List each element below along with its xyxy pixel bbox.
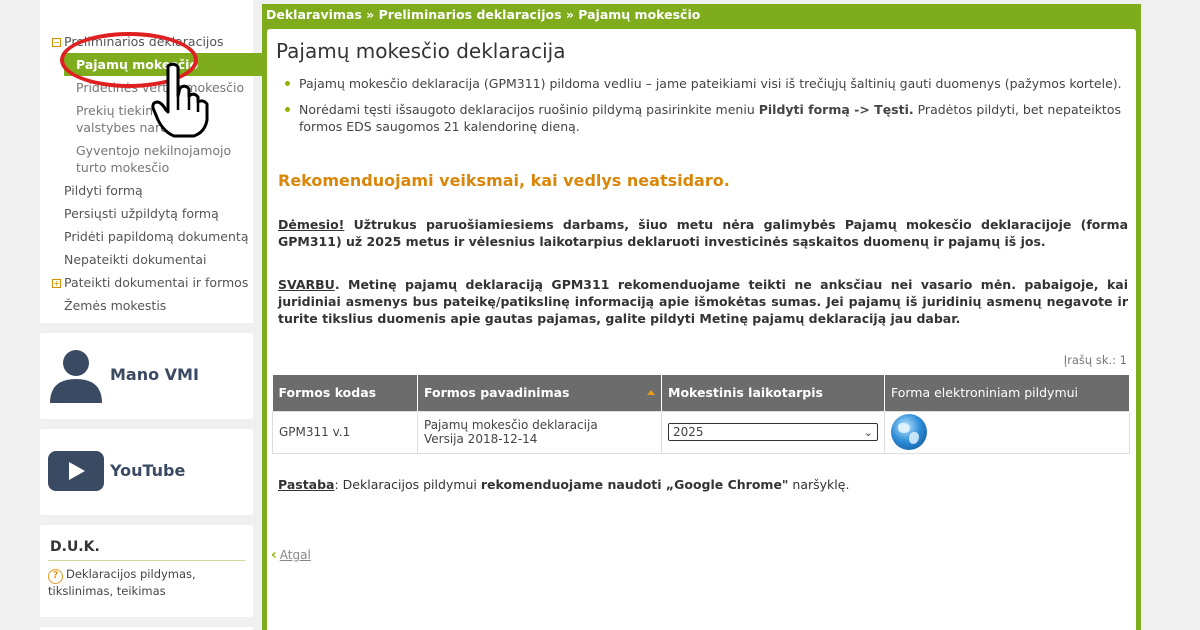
breadcrumb: Deklaravimas » Preliminarios deklaracijo… <box>266 7 701 22</box>
sidebar-item-prekiu[interactable]: Prekių tiekimo už ES valstybes narės <box>40 99 253 139</box>
back-label: Atgal <box>279 548 311 562</box>
form-name: Pajamų mokesčio deklaracija <box>424 418 598 432</box>
page-title: Pajamų mokesčio deklaracija <box>276 39 566 63</box>
col-header-code[interactable]: Formos kodas <box>272 375 418 411</box>
period-select[interactable]: 2025 ⌄ <box>668 423 878 441</box>
chevron-down-icon: ⌄ <box>863 426 873 439</box>
sidebar-item-label: Pateikti dokumentai ir formos <box>64 275 249 290</box>
record-count: Įrašų sk.: 1 <box>1063 353 1127 367</box>
sidebar-item-nepateikti[interactable]: Nepateikti dokumentai <box>40 248 253 271</box>
cell-period: 2025 ⌄ <box>661 410 885 454</box>
content-area: Pajamų mokesčio deklaracija Pajamų mokes… <box>267 29 1136 630</box>
attention-label: Dėmesio! <box>278 217 345 232</box>
youtube-card[interactable]: YouTube <box>40 429 253 515</box>
question-icon: ? <box>48 569 63 584</box>
note: Pastaba: Deklaracijos pildymui rekomendu… <box>278 477 849 492</box>
info-list: Pajamų mokesčio deklaracija (GPM311) pil… <box>267 75 1136 135</box>
sort-asc-icon <box>647 390 655 396</box>
mano-vmi-label: Mano VMI <box>110 365 199 384</box>
user-icon <box>50 350 102 403</box>
table-header-row: Formos kodas Formos pavadinimas Mokestin… <box>272 375 1130 411</box>
chevron-left-icon: ‹ <box>271 547 277 563</box>
recommendation-link[interactable]: Rekomenduojami veiksmai, kai vedlys neat… <box>267 171 1136 190</box>
attention-text: Užtrukus paruošiamiesiems darbams, šiuo … <box>278 217 1128 249</box>
youtube-play-icon <box>48 451 104 491</box>
important-paragraph: SVARBU. Metinę pajamų deklaraciją GPM311… <box>267 276 1136 327</box>
info-bullet-2: Norėdami tęsti išsaugoto deklaracijos ru… <box>285 101 1126 135</box>
note-label: Pastaba <box>278 477 335 492</box>
duk-link[interactable]: ? Deklaracijos pildymas, tikslinimas, tei… <box>48 567 245 599</box>
pointer-hand-icon <box>151 62 209 138</box>
col-header-period[interactable]: Mokestinis laikotarpis <box>661 375 885 411</box>
important-label: SVARBU <box>278 277 335 292</box>
bullet2-text: Norėdami tęsti išsaugoto deklaracijos ru… <box>299 102 759 117</box>
table-row: GPM311 v.1 Pajamų mokesčio deklaracija V… <box>272 410 1130 454</box>
cell-form-code: GPM311 v.1 <box>272 410 418 454</box>
duk-title: D.U.K. <box>48 539 245 561</box>
collapse-icon[interactable]: − <box>52 38 61 47</box>
forms-table: Formos kodas Formos pavadinimas Mokestin… <box>272 375 1130 454</box>
back-link[interactable]: ‹ Atgal <box>271 547 311 563</box>
sidebar: − Preliminarios deklaracijos Pajamų mokes… <box>40 0 263 630</box>
note-end: naršyklę. <box>788 477 850 492</box>
globe-icon[interactable] <box>891 414 927 450</box>
main-panel: Deklaravimas » Preliminarios deklaracijo… <box>262 4 1141 630</box>
note-bold: rekomenduojame naudoti „Google Chrome" <box>480 477 789 492</box>
duk-link-label: Deklaracijos pildymas, tikslinimas, teik… <box>48 567 196 598</box>
col-header-name-label: Formos pavadinimas <box>424 385 570 401</box>
youtube-label: YouTube <box>110 461 186 480</box>
expand-icon[interactable]: + <box>52 279 61 288</box>
note-text: : Deklaracijos pildymui <box>334 477 481 492</box>
sidebar-item-persiusti[interactable]: Persiųsti užpildytą formą <box>40 202 253 225</box>
attention-paragraph: Dėmesio! Užtrukus paruošiamiesiems darba… <box>267 216 1136 250</box>
form-version: Versija 2018-12-14 <box>424 432 538 446</box>
info-bullet-1: Pajamų mokesčio deklaracija (GPM311) pil… <box>285 75 1126 92</box>
sidebar-item-zemes[interactable]: Žemės mokestis <box>40 294 253 317</box>
sidebar-item-nekilnojamojo[interactable]: Gyventojo nekilnojamojo turto mokesčio <box>40 139 253 179</box>
bullet2-menu-path: Pildyti formą -> Tęsti. <box>758 102 914 117</box>
duk-card: D.U.K. ? Deklaracijos pildymas, tikslinim… <box>40 525 253 617</box>
cell-electronic <box>884 410 1130 454</box>
sidebar-item-pildyti[interactable]: Pildyti formą <box>40 179 253 202</box>
col-header-electronic: Forma elektroniniam pildymui <box>884 375 1130 411</box>
cell-form-name: Pajamų mokesčio deklaracija Versija 2018… <box>417 410 662 454</box>
sidebar-item-prideti[interactable]: Pridėti papildomą dokumentą <box>40 225 253 248</box>
period-select-value: 2025 <box>673 425 704 439</box>
col-header-name[interactable]: Formos pavadinimas <box>417 375 662 411</box>
mano-vmi-card[interactable]: Mano VMI <box>40 333 253 419</box>
important-text: . Metinę pajamų deklaraciją GPM311 rekom… <box>278 277 1128 326</box>
sidebar-item-pateikti[interactable]: + Pateikti dokumentai ir formos <box>40 271 253 294</box>
